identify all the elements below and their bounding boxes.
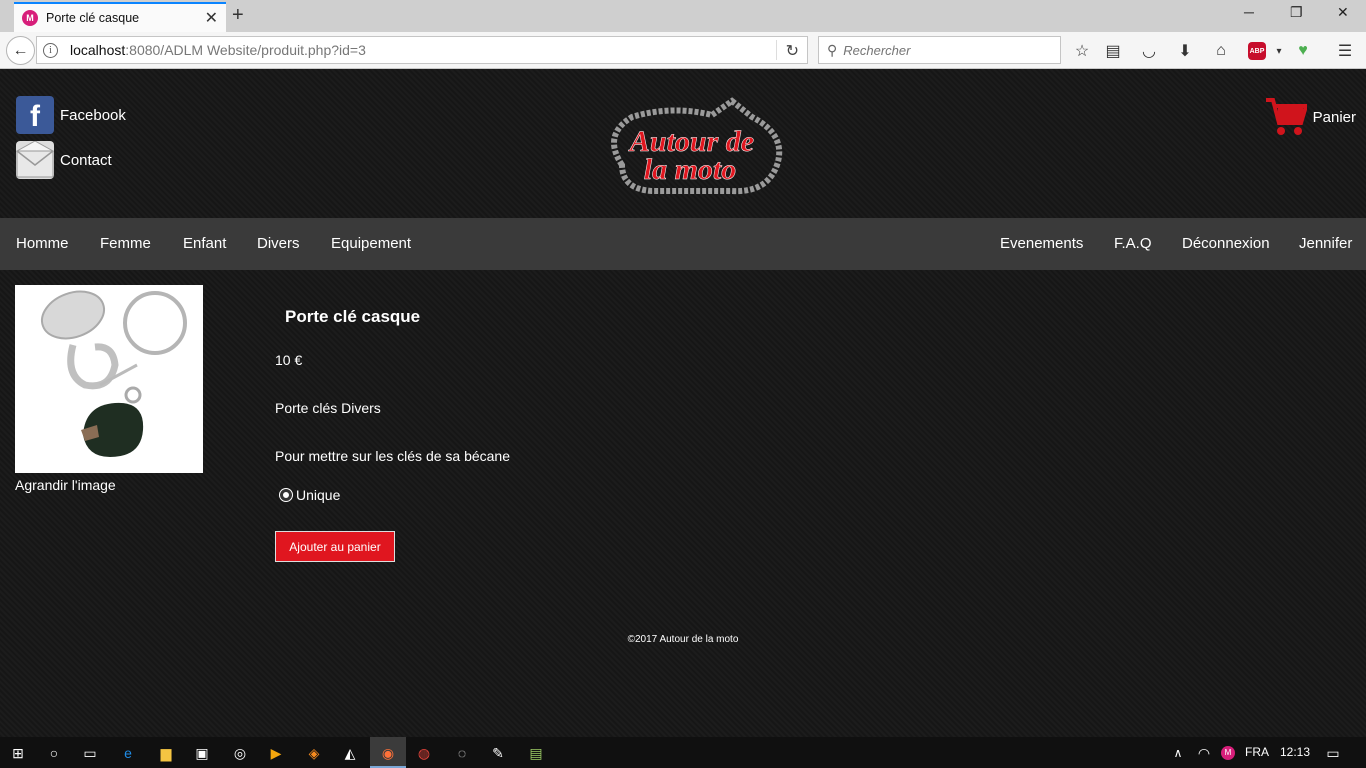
unity-icon[interactable]: ◭ (340, 743, 360, 763)
show-hidden-icons-icon[interactable]: ∧ (1168, 743, 1188, 763)
site-logo[interactable]: Autour de la moto (592, 95, 792, 199)
language-indicator[interactable]: FRA (1245, 745, 1269, 759)
product-title: Porte clé casque (285, 307, 421, 326)
app-icon-2[interactable]: ✎ (488, 743, 508, 763)
wifi-icon[interactable]: ◠ (1194, 743, 1214, 763)
size-option[interactable]: Unique (280, 487, 340, 503)
web-page: f Facebook Contact Autour de la moto Pan… (0, 69, 1366, 737)
browser-navbar: ← i localhost:8080/ADLM Website/produit.… (0, 32, 1366, 69)
shopping-cart-icon (1265, 98, 1307, 135)
app-icon-1[interactable]: ◌ (452, 743, 472, 763)
media-player-icon[interactable]: ▶ (266, 743, 286, 763)
search-box[interactable]: ⚲ (818, 36, 1061, 64)
footer-copyright: ©2017 Autour de la moto (627, 634, 739, 645)
adblock-dropdown-icon[interactable]: ▾ (1268, 40, 1290, 62)
logo-text-line2: la moto (644, 153, 737, 186)
media-app-icon[interactable]: ◎ (230, 743, 250, 763)
menu-item-equipement[interactable]: Equipement (331, 235, 411, 252)
menu-item-enfant[interactable]: Enfant (183, 235, 226, 252)
url-host: localhost (70, 42, 126, 58)
menu-item-faq[interactable]: F.A.Q (1114, 235, 1152, 252)
task-view-icon[interactable]: ▭ (80, 743, 100, 763)
extension-icon[interactable]: ♥ (1292, 40, 1314, 62)
menu-item-divers[interactable]: Divers (257, 235, 300, 252)
add-to-cart-button[interactable]: Ajouter au panier (275, 531, 395, 562)
site-favicon-icon: M (22, 10, 38, 26)
antivirus-icon[interactable]: M (1218, 743, 1238, 763)
windows-taskbar: ⊞ ○ ▭ e ▆ ▣ ◎ ▶ ◈ ◭ ◉ ◍ ◌ ✎ ▤ ∧ ◠ M FRA … (0, 737, 1366, 768)
product-description: Pour mettre sur les clés de sa bécane (275, 448, 511, 464)
url-text: localhost:8080/ADLM Website/produit.php?… (70, 42, 366, 58)
product-category: Porte clés Divers (275, 400, 381, 416)
cortana-search-icon[interactable]: ○ (44, 743, 64, 763)
minimize-window-button[interactable]: ─ (1244, 4, 1254, 20)
search-input[interactable] (843, 42, 1044, 58)
tab-title: Porte clé casque (46, 11, 140, 25)
address-bar[interactable]: i localhost:8080/ADLM Website/produit.ph… (36, 36, 808, 64)
adblock-icon[interactable]: ABP (1246, 40, 1268, 62)
windows-start-icon[interactable]: ⊞ (8, 743, 28, 763)
close-tab-icon[interactable]: ✕ (205, 8, 218, 28)
menu-item-evenements[interactable]: Evenements (1000, 235, 1083, 252)
bookmark-star-icon[interactable]: ☆ (1071, 40, 1093, 62)
facebook-link[interactable]: f Facebook (16, 96, 126, 134)
browser-tab[interactable]: M Porte clé casque ✕ (14, 2, 226, 32)
contact-label: Contact (60, 151, 112, 169)
envelope-icon (15, 140, 55, 179)
size-option-label: Unique (296, 487, 341, 503)
url-path: :8080/ADLM Website/produit.php?id=3 (125, 42, 366, 58)
cart-label: Panier (1312, 108, 1356, 126)
cart-link[interactable]: Panier (1265, 97, 1356, 137)
menu-item-deconnexion[interactable]: Déconnexion (1182, 235, 1270, 252)
facebook-icon: f (16, 96, 54, 134)
xampp-icon[interactable]: ◈ (304, 743, 324, 763)
new-tab-button[interactable]: + (232, 4, 244, 27)
address-separator (776, 40, 777, 60)
pocket-icon[interactable]: ◡ (1138, 40, 1160, 62)
contact-link[interactable]: Contact (15, 140, 112, 179)
product-image[interactable] (15, 285, 203, 473)
menu-item-user[interactable]: Jennifer (1299, 235, 1352, 252)
edge-browser-icon[interactable]: e (118, 743, 138, 763)
notepad-icon[interactable]: ▤ (526, 743, 546, 763)
firefox-icon[interactable]: ◉ (378, 743, 398, 763)
menu-item-homme[interactable]: Homme (16, 235, 69, 252)
size-radio-button[interactable] (280, 489, 292, 501)
product-price: 10 € (275, 352, 303, 368)
facebook-label: Facebook (60, 106, 126, 124)
action-center-icon[interactable]: ▭ (1323, 743, 1343, 763)
enlarge-image-link[interactable]: Agrandir l'image (15, 477, 116, 493)
menu-hamburger-icon[interactable]: ☰ (1334, 40, 1356, 62)
system-clock[interactable]: 12:13 (1280, 745, 1310, 759)
restore-window-button[interactable]: ❐ (1290, 4, 1303, 21)
site-info-icon[interactable]: i (43, 42, 58, 58)
home-icon[interactable]: ⌂ (1210, 40, 1232, 62)
menu-item-femme[interactable]: Femme (100, 235, 151, 252)
search-icon: ⚲ (827, 41, 838, 58)
reload-icon[interactable]: ↻ (786, 41, 799, 61)
browser-tabbar: M Porte clé casque ✕ + ─ ❐ ✕ (0, 0, 1366, 32)
file-explorer-icon[interactable]: ▆ (156, 743, 176, 763)
chrome-icon[interactable]: ◍ (414, 743, 434, 763)
reading-list-icon[interactable]: ▤ (1102, 40, 1124, 62)
store-icon[interactable]: ▣ (192, 743, 212, 763)
main-menu: Homme Femme Enfant Divers Equipement Eve… (0, 218, 1366, 270)
back-button[interactable]: ← (6, 36, 35, 65)
adblock-label: ABP (1248, 42, 1266, 60)
close-window-button[interactable]: ✕ (1337, 4, 1349, 21)
downloads-icon[interactable]: ⬇ (1174, 40, 1196, 62)
